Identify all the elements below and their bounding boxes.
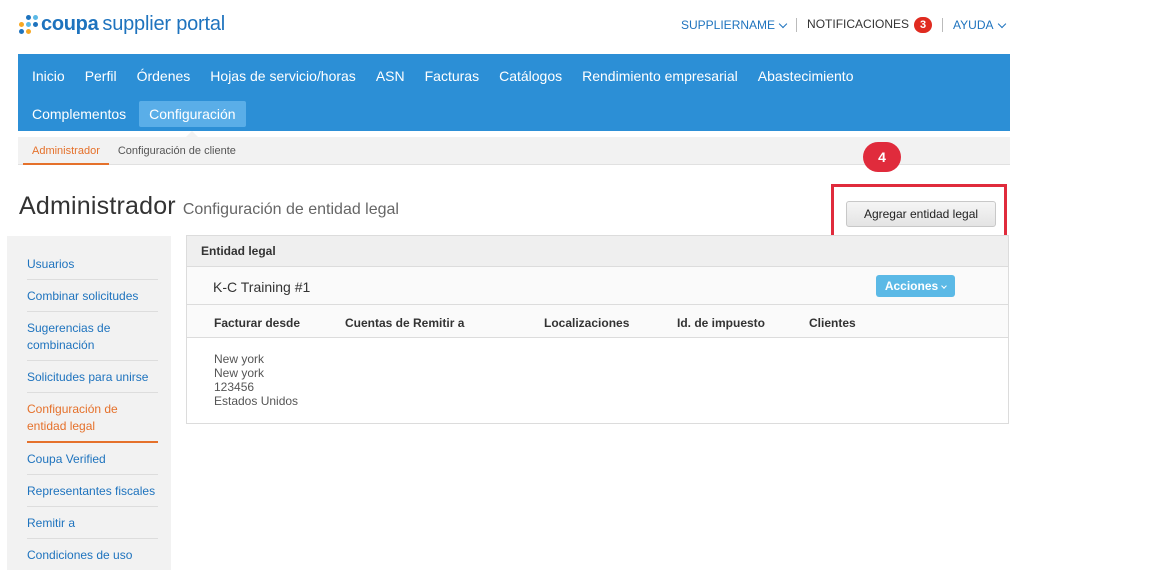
notification-count-badge: 3 [914,17,933,33]
nav-rendimiento[interactable]: Rendimiento empresarial [572,63,748,89]
address-line: New york [214,352,265,366]
sidebar-item-remitir-a[interactable]: Remitir a [27,507,158,539]
bill-from-address: New york New york 123456 Estados Unidos [214,352,298,408]
entity-name: K-C Training #1 [213,279,311,295]
coupa-logo-icon [19,14,39,35]
table-header-row: Facturar desde Cuentas de Remitir a Loca… [187,305,1008,338]
column-clientes: Clientes [809,316,856,330]
help-label: AYUDA [953,18,994,32]
sidebar-item-condiciones-uso[interactable]: Condiciones de uso [27,539,158,570]
coupa-logo[interactable]: coupa supplier portal [19,13,225,36]
nav-catalogos[interactable]: Catálogos [489,63,572,89]
supplier-name: SUPPLIERNAME [681,18,776,32]
legal-entity-panel: Entidad legal K-C Training #1 Acciones F… [186,235,1009,424]
help-menu[interactable]: AYUDA [953,18,1006,32]
top-bar: coupa supplier portal SUPPLIERNAME NOTIF… [0,0,1152,54]
entity-row: K-C Training #1 Acciones [187,267,1008,305]
chevron-down-icon [941,283,948,289]
nav-inicio[interactable]: Inicio [22,63,75,89]
address-line: Estados Unidos [214,394,299,408]
sidebar-item-combinar-solicitudes[interactable]: Combinar solicitudes [27,280,158,312]
step-number-badge: 4 [863,142,901,172]
page-title: Administrador Configuración de entidad l… [19,192,399,221]
page-title-sub: Configuración de entidad legal [182,201,399,218]
logo-brand: coupa [41,13,99,35]
nav-configuracion[interactable]: Configuración [139,101,246,137]
sidebar-item-configuracion-entidad-legal[interactable]: Configuración de entidad legal [27,393,158,443]
chevron-down-icon [778,19,788,29]
nav-facturas[interactable]: Facturas [415,63,489,89]
nav-ordenes[interactable]: Órdenes [127,63,201,89]
actions-dropdown-button[interactable]: Acciones [876,275,955,297]
add-legal-entity-button[interactable]: Agregar entidad legal [846,201,996,227]
sidebar-item-coupa-verified[interactable]: Coupa Verified [27,443,158,475]
page-title-main: Administrador [19,192,176,220]
nav-abastecimiento[interactable]: Abastecimiento [748,63,864,89]
sidebar: Usuarios Combinar solicitudes Sugerencia… [7,236,171,570]
notifications-label: NOTIFICACIONES [807,17,910,31]
nav-asn[interactable]: ASN [366,63,415,89]
logo-product: supplier portal [102,13,226,35]
panel-header: Entidad legal [187,236,1008,267]
sidebar-item-sugerencias-combinacion[interactable]: Sugerencias de combinación [27,312,158,361]
address-line: 123456 [214,380,255,394]
notifications-link[interactable]: NOTIFICACIONES 3 [807,17,933,33]
sidebar-item-solicitudes-unirse[interactable]: Solicitudes para unirse [27,361,158,393]
divider [796,18,798,32]
main-nav: Inicio Perfil Órdenes Hojas de servicio/… [18,54,1010,137]
column-id-impuesto: Id. de impuesto [677,316,766,330]
subnav-configuracion-cliente[interactable]: Configuración de cliente [109,137,245,165]
subnav-administrador[interactable]: Administrador [23,137,109,165]
column-localizaciones: Localizaciones [544,316,630,330]
main-nav-row-2: Complementos Configuración [18,95,246,137]
sidebar-item-representantes-fiscales[interactable]: Representantes fiscales [27,475,158,507]
nav-perfil[interactable]: Perfil [75,63,127,89]
column-facturar-desde: Facturar desde [214,316,301,330]
sub-nav: Administrador Configuración de cliente [18,137,1010,165]
main-nav-row-1: Inicio Perfil Órdenes Hojas de servicio/… [18,57,863,95]
chevron-down-icon [997,19,1006,29]
address-line: New york [214,366,265,380]
nav-hojas-servicio[interactable]: Hojas de servicio/horas [200,63,366,89]
top-links: SUPPLIERNAME NOTIFICACIONES 3 AYUDA [681,17,1006,33]
supplier-menu[interactable]: SUPPLIERNAME [681,18,788,32]
nav-complementos[interactable]: Complementos [22,101,136,127]
divider [942,18,944,32]
sidebar-item-usuarios[interactable]: Usuarios [27,248,158,280]
actions-label: Acciones [884,279,939,293]
column-cuentas-remitir: Cuentas de Remitir a [345,316,465,330]
